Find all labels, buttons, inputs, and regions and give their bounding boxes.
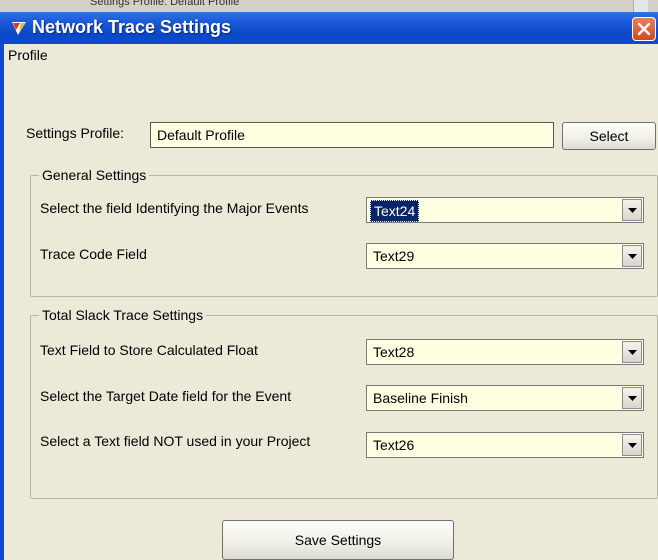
general-settings-legend: General Settings [42, 167, 147, 183]
unused-text-field-label: Select a Text field NOT used in your Pro… [40, 433, 311, 449]
major-events-dropdown[interactable]: Text24 [366, 197, 644, 223]
select-button[interactable]: Select [562, 122, 656, 150]
major-events-label: Select the field Identifying the Major E… [40, 200, 309, 216]
window-title: Network Trace Settings [32, 17, 232, 37]
background-window-text: Settings Profile: Default Profile [90, 0, 240, 8]
trace-code-dropdown[interactable]: Text29 [366, 243, 644, 269]
settings-profile-label: Settings Profile: [26, 125, 125, 141]
calculated-float-value: Text28 [373, 344, 415, 360]
target-date-value: Baseline Finish [373, 390, 468, 406]
dialog-body: Settings Profile: Default Profile Select… [4, 66, 658, 560]
title-bar[interactable]: Network Trace Settings [0, 12, 658, 44]
menu-bar: Profile [4, 44, 658, 66]
calculated-float-dropdown[interactable]: Text28 [366, 339, 644, 365]
unused-text-field-dropdown[interactable]: Text26 [366, 432, 644, 458]
chevron-down-icon[interactable] [622, 387, 642, 409]
save-settings-button[interactable]: Save Settings [222, 520, 454, 560]
app-logo-icon [12, 22, 26, 35]
target-date-label: Select the Target Date field for the Eve… [40, 388, 292, 404]
major-events-value: Text24 [370, 200, 420, 222]
target-date-dropdown[interactable]: Baseline Finish [366, 385, 644, 411]
close-button[interactable] [632, 17, 656, 41]
network-trace-settings-window: Network Trace Settings Profile Settings … [0, 12, 658, 560]
unused-text-field-value: Text26 [373, 437, 415, 453]
total-slack-trace-legend: Total Slack Trace Settings [42, 307, 204, 323]
chevron-down-icon[interactable] [622, 245, 642, 267]
settings-profile-value: Default Profile [157, 127, 245, 143]
trace-code-value: Text29 [373, 248, 415, 264]
trace-code-label: Trace Code Field [40, 246, 147, 262]
chevron-down-icon[interactable] [622, 434, 642, 456]
menu-item-profile[interactable]: Profile [8, 47, 48, 63]
background-scrollbar [633, 0, 648, 12]
calculated-float-label: Text Field to Store Calculated Float [40, 342, 258, 358]
settings-profile-field[interactable]: Default Profile [150, 122, 554, 148]
close-icon [637, 22, 651, 36]
chevron-down-icon[interactable] [622, 199, 642, 221]
chevron-down-icon[interactable] [622, 341, 642, 363]
general-settings-group: General Settings [30, 167, 658, 297]
